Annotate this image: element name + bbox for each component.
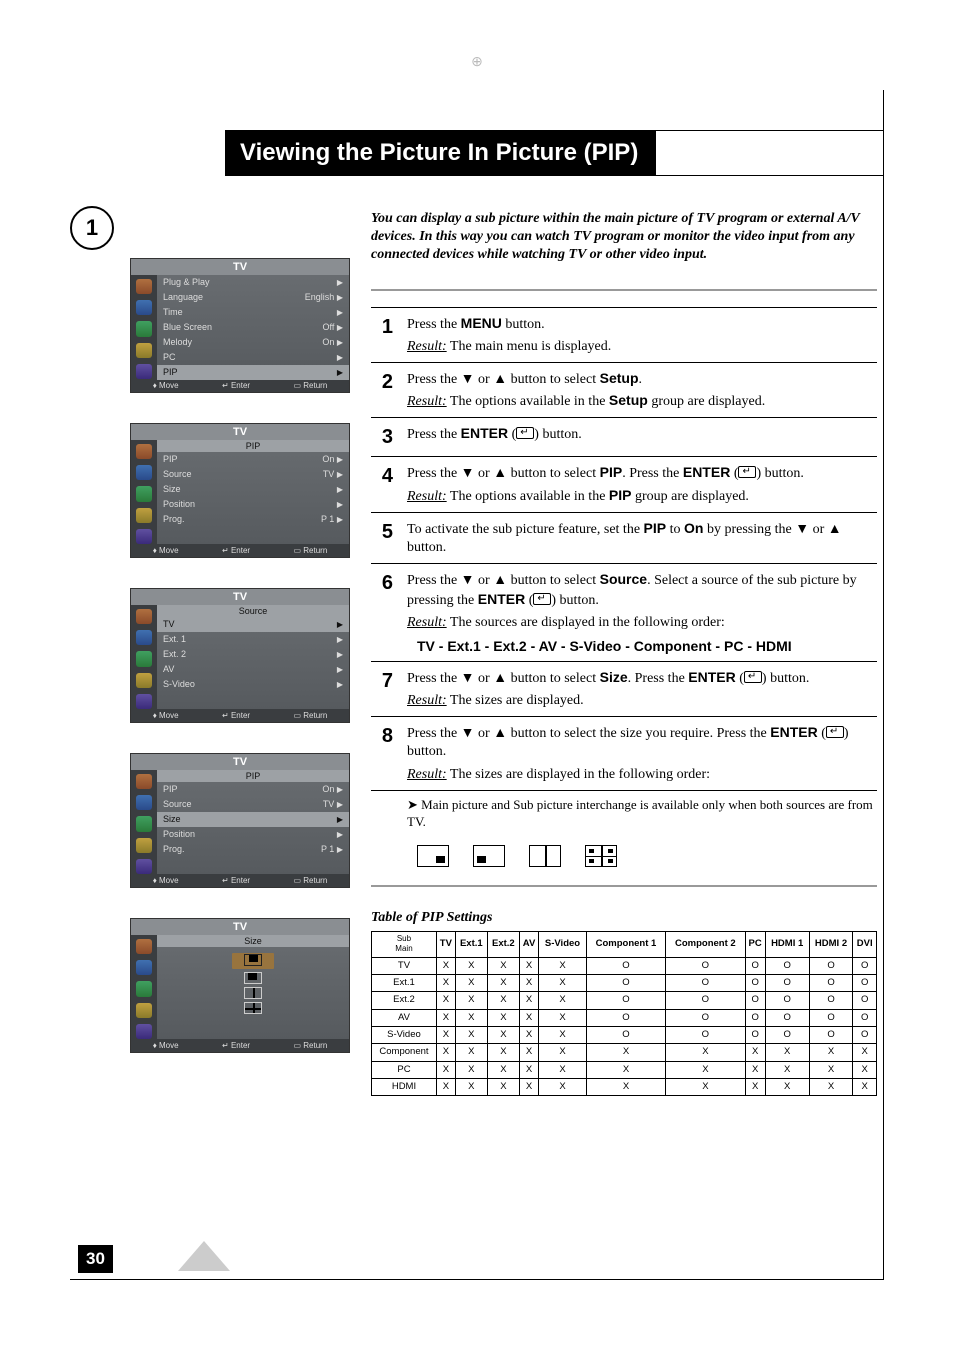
osd-pip-size-row: TV PIPPIPOn ▶SourceTV ▶Size▶Position▶Pro… xyxy=(130,753,350,888)
size-icon-quad xyxy=(585,845,617,867)
instruction-step-8: 8Press the ▼ or ▲ button to select the s… xyxy=(371,716,877,791)
instruction-step-6: 6Press the ▼ or ▲ button to select Sourc… xyxy=(371,563,877,661)
instruction-step-4: 4Press the ▼ or ▲ button to select PIP. … xyxy=(371,456,877,511)
osd-size-options: TV Size ♦ Move ↵ Enter xyxy=(130,918,350,1053)
osd-pip-menu: TV PIPPIPOn ▶SourceTV ▶Size▶Position▶Pro… xyxy=(130,423,350,558)
page-number: 30 xyxy=(78,1245,113,1273)
continued-arrow-icon xyxy=(178,1241,230,1271)
crop-mark: ⊕ xyxy=(471,54,483,71)
instruction-step-1: 1Press the MENU button.Result: The main … xyxy=(371,307,877,362)
size-icon-small xyxy=(417,845,449,867)
instruction-step-2: 2Press the ▼ or ▲ button to select Setup… xyxy=(371,362,877,417)
size-icons-row xyxy=(417,845,877,867)
size-icon-small-left xyxy=(473,845,505,867)
section-title-bar: Viewing the Picture In Picture (PIP) xyxy=(225,130,884,176)
osd-category-icons xyxy=(131,275,157,379)
size-icon-double xyxy=(529,845,561,867)
main-picture-note: ➤ Main picture and Sub picture interchan… xyxy=(407,797,877,831)
pip-settings-table: SubMainTVExt.1Ext.2AVS-VideoComponent 1C… xyxy=(371,931,877,1097)
intro-text: You can display a sub picture within the… xyxy=(371,210,877,265)
osd-source-menu: TV SourceTV▶Ext. 1▶Ext. 2▶AV▶S-Video▶ ♦ … xyxy=(130,588,350,723)
pip-table-title: Table of PIP Settings xyxy=(371,909,877,927)
osd-setup-menu: TV Plug & Play▶LanguageEnglish ▶Time▶Blu… xyxy=(130,258,350,393)
step-circle: 1 xyxy=(70,206,114,250)
instruction-step-7: 7Press the ▼ or ▲ button to select Size.… xyxy=(371,661,877,716)
instruction-step-3: 3Press the ENTER () button. xyxy=(371,417,877,456)
section-title: Viewing the Picture In Picture (PIP) xyxy=(226,131,656,175)
right-column: You can display a sub picture within the… xyxy=(355,210,877,1096)
left-column: 1 TV Plug & Play▶LanguageEnglish ▶Time▶B… xyxy=(70,210,355,1096)
page-frame: Viewing the Picture In Picture (PIP) 1 T… xyxy=(70,90,884,1280)
instruction-step-5: 5To activate the sub picture feature, se… xyxy=(371,512,877,563)
